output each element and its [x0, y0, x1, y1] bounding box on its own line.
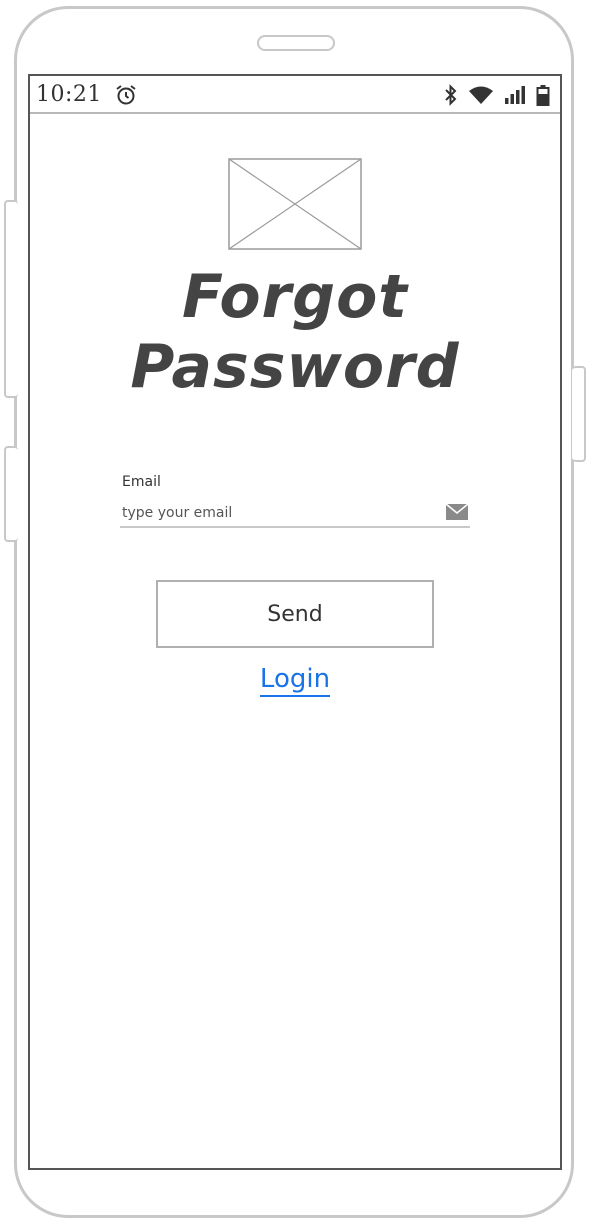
alarm-icon — [114, 83, 138, 111]
speaker-grille — [257, 35, 335, 51]
image-placeholder — [228, 158, 362, 250]
status-bar: 10:21 — [30, 76, 560, 114]
login-link[interactable]: Login — [30, 664, 560, 697]
signal-icon — [504, 85, 526, 109]
status-time: 10:21 — [36, 82, 102, 107]
mail-icon — [445, 503, 469, 524]
login-link-label[interactable]: Login — [259, 664, 331, 697]
wifi-icon — [468, 85, 494, 109]
status-icons — [444, 84, 550, 110]
bluetooth-icon — [444, 84, 458, 110]
power-button — [572, 366, 586, 462]
send-button[interactable]: Send — [156, 580, 434, 648]
volume-up-button — [4, 200, 18, 398]
volume-down-button — [4, 446, 18, 542]
page-title: Forgot Password — [130, 262, 460, 402]
email-label: Email — [122, 474, 161, 490]
battery-icon — [536, 84, 550, 110]
email-input[interactable] — [122, 502, 432, 524]
phone-screen: 10:21 Forgot Password Email type your em… — [28, 74, 562, 1170]
email-field[interactable] — [120, 498, 470, 528]
